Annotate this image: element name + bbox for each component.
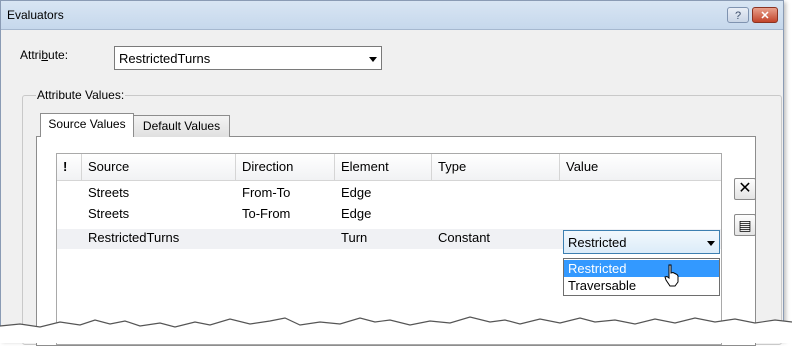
group-label: Attribute Values: xyxy=(36,88,126,102)
properties-icon: ▤ xyxy=(738,217,752,233)
attribute-combo[interactable]: RestrictedTurns xyxy=(114,46,382,70)
tab-source-values[interactable]: Source Values xyxy=(40,113,134,137)
cell-element: Turn xyxy=(341,230,368,245)
column-header-value[interactable]: Value xyxy=(560,154,721,180)
table-row[interactable]: Streets From-To Edge xyxy=(57,184,721,202)
cell-source: Streets xyxy=(88,206,130,221)
cell-source: Streets xyxy=(88,185,130,200)
cell-element: Edge xyxy=(341,185,372,200)
column-header-flag[interactable]: ! xyxy=(57,154,82,180)
hand-cursor-icon xyxy=(664,264,679,287)
chevron-down-icon xyxy=(369,57,377,62)
column-header-source[interactable]: Source xyxy=(82,154,236,180)
delete-button[interactable]: ✕ xyxy=(734,178,756,200)
value-combo-selected: Restricted xyxy=(568,235,627,250)
dropdown-option-restricted[interactable]: Restricted xyxy=(564,260,719,277)
attribute-combo-value: RestrictedTurns xyxy=(119,51,211,66)
cell-direction: To-From xyxy=(242,206,291,221)
grid-header: ! Source Direction Element Type Value xyxy=(57,154,721,181)
attribute-label-suffix: ute: xyxy=(48,48,69,62)
torn-edge-decoration xyxy=(0,316,792,343)
cell-element: Edge xyxy=(341,206,372,221)
close-button[interactable]: ✕ xyxy=(752,7,778,23)
table-row[interactable]: Streets To-From Edge xyxy=(57,205,721,223)
dropdown-option-traversable[interactable]: Traversable xyxy=(564,277,719,294)
column-header-direction[interactable]: Direction xyxy=(236,154,335,180)
window-title: Evaluators xyxy=(7,8,64,22)
help-button[interactable]: ? xyxy=(727,7,749,23)
column-header-type[interactable]: Type xyxy=(432,154,560,180)
tab-default-values[interactable]: Default Values xyxy=(133,115,230,137)
cell-direction: From-To xyxy=(242,185,291,200)
chevron-down-icon xyxy=(707,241,715,246)
value-dropdown-list: Restricted Traversable xyxy=(563,258,720,296)
attribute-label: Attribute: xyxy=(20,48,68,62)
column-header-element[interactable]: Element xyxy=(335,154,432,180)
delete-x-icon: ✕ xyxy=(738,180,752,197)
cell-type: Constant xyxy=(438,230,491,245)
attribute-label-prefix: Attri xyxy=(20,48,42,62)
title-bar: Evaluators ? ✕ xyxy=(1,1,783,30)
properties-button[interactable]: ▤ xyxy=(734,214,756,236)
cell-source: RestrictedTurns xyxy=(88,230,180,245)
value-combo[interactable]: Restricted xyxy=(563,230,720,254)
